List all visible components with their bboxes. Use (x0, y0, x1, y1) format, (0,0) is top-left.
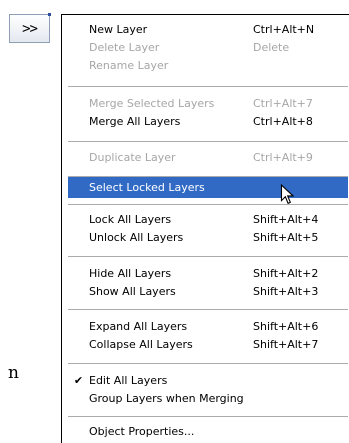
expand-menu-button[interactable]: >> (9, 13, 51, 43)
menu-item-label: Expand All Layers (89, 320, 188, 333)
menu-item-shortcut: Ctrl+Alt+7 (253, 97, 313, 110)
menu-item-label: Hide All Layers (89, 267, 172, 280)
menu-item-shortcut: Shift+Alt+6 (253, 320, 319, 333)
menu-item-shortcut: Shift+Alt+3 (253, 285, 319, 298)
menu-separator (68, 141, 348, 142)
menu-separator (68, 86, 348, 87)
mouse-pointer-icon (280, 184, 294, 205)
menu-item-unlock-all-layers[interactable]: Unlock All Layers Shift+Alt+5 (68, 227, 348, 248)
menu-separator (68, 256, 348, 257)
menu-item-shortcut: Ctrl+Alt+N (253, 23, 315, 36)
menu-item-label: Edit All Layers (89, 374, 168, 387)
menu-item-merge-all-layers[interactable]: Merge All Layers Ctrl+Alt+8 (68, 111, 348, 132)
menu-item-shortcut: Delete (253, 41, 290, 54)
menu-item-label: Group Layers when Merging (89, 392, 244, 405)
menu-item-collapse-all-layers[interactable]: Collapse All Layers Shift+Alt+7 (68, 334, 348, 355)
menu-separator (68, 204, 348, 205)
menu-item-rename-layer[interactable]: Rename Layer (68, 55, 348, 76)
menu-item-label: Delete Layer (89, 41, 160, 54)
menu-item-shortcut: Ctrl+Alt+9 (253, 151, 313, 164)
menu-item-select-locked-layers[interactable]: Select Locked Layers (68, 177, 348, 198)
menu-item-shortcut: Ctrl+Alt+8 (253, 115, 313, 128)
menu-separator (68, 363, 348, 364)
menu-item-label: Rename Layer (89, 59, 169, 72)
menu-item-label: Merge All Layers (89, 115, 181, 128)
menu-item-label: Merge Selected Layers (89, 97, 215, 110)
checkmark-icon: ✔ (73, 374, 84, 387)
menu-item-label: Collapse All Layers (89, 338, 193, 351)
menu-item-label: Duplicate Layer (89, 151, 176, 164)
menu-item-label: Show All Layers (89, 285, 176, 298)
menu-item-shortcut: Shift+Alt+5 (253, 231, 319, 244)
layers-context-menu: New Layer Ctrl+Alt+N Delete Layer Delete R… (61, 14, 349, 443)
menu-item-show-all-layers[interactable]: Show All Layers Shift+Alt+3 (68, 281, 348, 302)
menu-item-group-layers-when-merging[interactable]: Group Layers when Merging (68, 388, 348, 409)
menu-item-shortcut: Shift+Alt+2 (253, 267, 319, 280)
background-text: n (8, 363, 19, 383)
menu-item-object-properties[interactable]: Object Properties... (68, 421, 348, 442)
menu-separator (68, 416, 348, 417)
menu-item-shortcut: Shift+Alt+4 (253, 213, 319, 226)
menu-item-label: Lock All Layers (89, 213, 172, 226)
menu-item-label: Unlock All Layers (89, 231, 184, 244)
menu-item-duplicate-layer[interactable]: Duplicate Layer Ctrl+Alt+9 (68, 147, 348, 168)
menu-item-label: Select Locked Layers (89, 181, 205, 194)
menu-item-label: New Layer (89, 23, 148, 36)
menu-item-shortcut: Shift+Alt+7 (253, 338, 319, 351)
menu-separator (68, 309, 348, 310)
menu-item-label: Object Properties... (89, 425, 195, 438)
